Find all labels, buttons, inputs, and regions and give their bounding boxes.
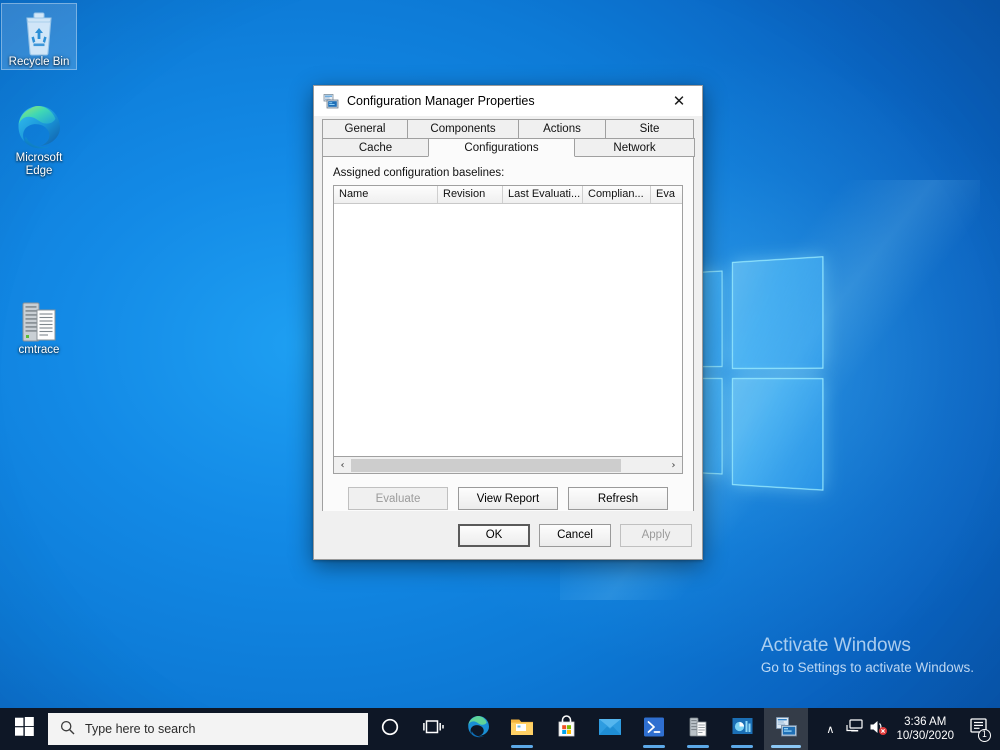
tab-row-2: Cache Configurations Network [322, 138, 695, 157]
evaluate-button[interactable]: Evaluate [348, 487, 448, 510]
volume-muted-icon [869, 719, 888, 740]
config-manager-icon [731, 716, 754, 742]
scrollbar-track[interactable] [351, 457, 665, 473]
folder-icon [510, 716, 534, 742]
desktop-icon-cmtrace[interactable]: cmtrace [2, 292, 76, 357]
task-view-button[interactable] [412, 708, 456, 750]
server-manager-button[interactable] [676, 708, 720, 750]
column-header-revision[interactable]: Revision [438, 186, 503, 203]
network-button[interactable] [842, 708, 866, 750]
mail-icon [598, 718, 622, 741]
volume-button[interactable] [866, 708, 890, 750]
clock-time: 3:36 AM [904, 716, 947, 728]
desktop-icon-microsoft-edge[interactable]: Microsoft Edge [2, 100, 76, 178]
ok-button[interactable]: OK [458, 523, 530, 547]
desktop[interactable]: Recycle Bin Microsoft Edge cmtrace Activ… [0, 0, 1000, 750]
mail-button[interactable] [588, 708, 632, 750]
desktop-icon-recycle-bin[interactable]: Recycle Bin [1, 3, 77, 70]
scrollbar-thumb[interactable] [351, 458, 622, 472]
configurations-tab-panel: Assigned configuration baselines: Name R… [322, 156, 694, 533]
desktop-icon-label-line2: Edge [25, 165, 53, 177]
desktop-icon-label-line1: Microsoft [15, 152, 63, 164]
cortana-icon [380, 717, 400, 742]
task-view-icon [423, 718, 445, 741]
tab-network[interactable]: Network [574, 138, 695, 157]
notification-badge: 1 [978, 729, 991, 742]
tab-strip[interactable]: General Components Actions Site Cache Co… [322, 119, 695, 157]
tab-site[interactable]: Site [605, 119, 694, 138]
microsoft-store-button[interactable] [544, 708, 588, 750]
column-header-last-evaluation[interactable]: Last Evaluati... [503, 186, 583, 203]
powershell-button[interactable] [632, 708, 676, 750]
desktop-icon-label: cmtrace [18, 344, 60, 356]
configuration-manager-button[interactable] [720, 708, 764, 750]
tab-row-1: General Components Actions Site [322, 119, 694, 138]
dialog-title: Configuration Manager Properties [347, 94, 535, 108]
system-tray[interactable]: ∧ 3:36 AM 10/30/2020 1 [818, 708, 1000, 750]
search-input[interactable]: Type here to search [48, 713, 368, 745]
configuration-manager-properties-dialog[interactable]: Configuration Manager Properties ✕ Gener… [313, 85, 703, 560]
dialog-body: General Components Actions Site Cache Co… [314, 119, 702, 533]
listview-header[interactable]: Name Revision Last Evaluati... Complian.… [334, 186, 682, 204]
tab-components[interactable]: Components [407, 119, 519, 138]
powershell-icon [643, 716, 665, 743]
listview-horizontal-scrollbar[interactable]: ‹ › [333, 457, 683, 474]
cortana-button[interactable] [368, 708, 412, 750]
column-header-name[interactable]: Name [334, 186, 438, 203]
store-icon [556, 715, 577, 743]
watermark-subtitle: Go to Settings to activate Windows. [760, 660, 974, 675]
microsoft-edge-button[interactable] [456, 708, 500, 750]
server-icon [687, 716, 710, 743]
assigned-baselines-label: Assigned configuration baselines: [333, 167, 505, 179]
file-explorer-button[interactable] [500, 708, 544, 750]
refresh-button[interactable]: Refresh [568, 487, 668, 510]
scroll-left-icon[interactable]: ‹ [334, 458, 351, 473]
column-header-compliance[interactable]: Complian... [583, 186, 651, 203]
recycle-bin-icon [2, 4, 76, 56]
baselines-listview[interactable]: Name Revision Last Evaluati... Complian.… [333, 185, 683, 457]
configuration-manager-icon [323, 93, 339, 109]
software-center-icon [775, 716, 798, 742]
activate-windows-watermark: Activate Windows Go to Settings to activ… [761, 634, 974, 678]
column-header-evaluation[interactable]: Eva [651, 186, 681, 203]
search-icon [60, 720, 75, 738]
dialog-titlebar[interactable]: Configuration Manager Properties ✕ [314, 86, 702, 117]
desktop-icon-label: Recycle Bin [8, 56, 70, 68]
clock[interactable]: 3:36 AM 10/30/2020 [890, 715, 962, 743]
tab-actions[interactable]: Actions [518, 119, 606, 138]
apply-button[interactable]: Apply [620, 523, 692, 547]
chevron-up-icon: ∧ [826, 722, 835, 736]
close-icon[interactable]: ✕ [656, 86, 702, 116]
panel-button-row: Evaluate View Report Refresh [333, 487, 683, 510]
edge-icon [466, 714, 491, 744]
dialog-footer: OK Cancel Apply [314, 511, 702, 559]
listview-rows[interactable] [334, 204, 682, 456]
start-button[interactable] [0, 708, 48, 750]
network-icon [846, 719, 863, 739]
watermark-title: Activate Windows [760, 635, 911, 656]
clock-date: 10/30/2020 [896, 730, 954, 742]
windows-logo-icon [14, 717, 34, 741]
scroll-right-icon[interactable]: › [665, 458, 682, 473]
tab-cache[interactable]: Cache [322, 138, 429, 157]
view-report-button[interactable]: View Report [458, 487, 558, 510]
search-placeholder: Type here to search [85, 722, 196, 736]
tab-general[interactable]: General [322, 119, 408, 138]
tab-configurations[interactable]: Configurations [428, 138, 575, 157]
cancel-button[interactable]: Cancel [539, 523, 611, 547]
taskbar[interactable]: Type here to search ∧ 3:36 AM 10/30/2020… [0, 708, 1000, 750]
software-center-button[interactable] [764, 708, 808, 750]
notification-center-button[interactable]: 1 [962, 708, 996, 750]
edge-icon [2, 100, 76, 152]
show-hidden-icons-button[interactable]: ∧ [818, 708, 842, 750]
cmtrace-icon [2, 292, 76, 344]
